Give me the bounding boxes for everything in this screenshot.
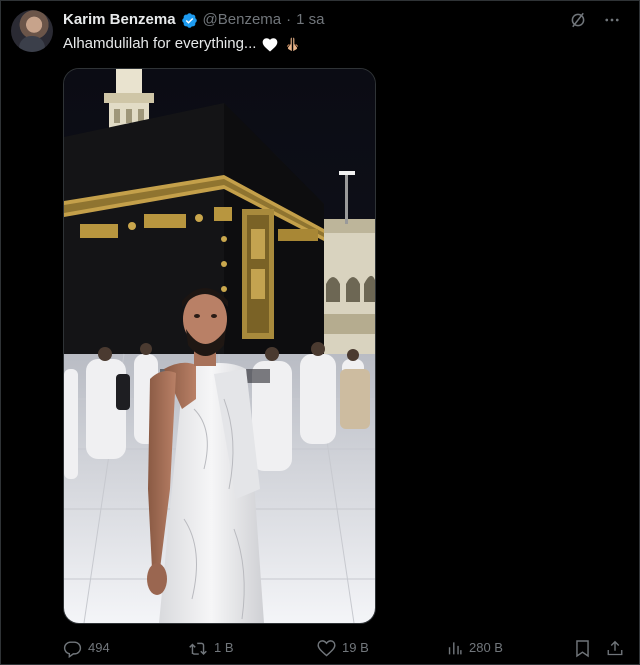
verified-badge-icon xyxy=(181,12,197,28)
tweet-card: Karim Benzema @Benzema · 1 sa Alhamdulil… xyxy=(0,0,640,665)
reply-count: 494 xyxy=(88,640,110,655)
like-icon xyxy=(317,640,336,657)
tweet-body: Alhamdulilah for everything... xyxy=(63,35,257,52)
like-button[interactable]: 19 B xyxy=(317,638,369,658)
tweet-actions: 494 1 B 19 B 280 B xyxy=(63,638,623,660)
repost-count: 1 B xyxy=(214,640,234,655)
views-button[interactable]: 280 B xyxy=(446,638,503,658)
bookmark-icon[interactable] xyxy=(574,639,591,658)
views-icon xyxy=(448,642,462,655)
reply-button[interactable]: 494 xyxy=(63,638,110,658)
more-icon[interactable] xyxy=(603,11,621,29)
tweet-photo[interactable] xyxy=(63,68,376,624)
reply-icon xyxy=(63,640,82,658)
repost-icon xyxy=(189,642,207,655)
tweet-time[interactable]: 1 sa xyxy=(296,11,324,29)
author-name[interactable]: Karim Benzema xyxy=(63,11,176,29)
share-icon[interactable] xyxy=(606,639,624,658)
like-count: 19 B xyxy=(342,640,369,655)
grok-icon[interactable] xyxy=(569,11,587,29)
separator-dot: · xyxy=(286,11,292,28)
views-count: 280 B xyxy=(469,640,503,655)
tweet-top-actions xyxy=(569,11,621,29)
praying-hands-icon xyxy=(287,37,299,52)
white-heart-icon xyxy=(263,37,278,51)
tweet-header: Karim Benzema @Benzema · 1 sa xyxy=(63,11,325,29)
author-avatar[interactable] xyxy=(11,10,53,52)
repost-button[interactable]: 1 B xyxy=(188,638,234,658)
author-handle[interactable]: @Benzema xyxy=(203,11,282,29)
tweet-text: Alhamdulilah for everything... xyxy=(63,34,301,54)
kaaba-photo-image xyxy=(64,69,375,623)
